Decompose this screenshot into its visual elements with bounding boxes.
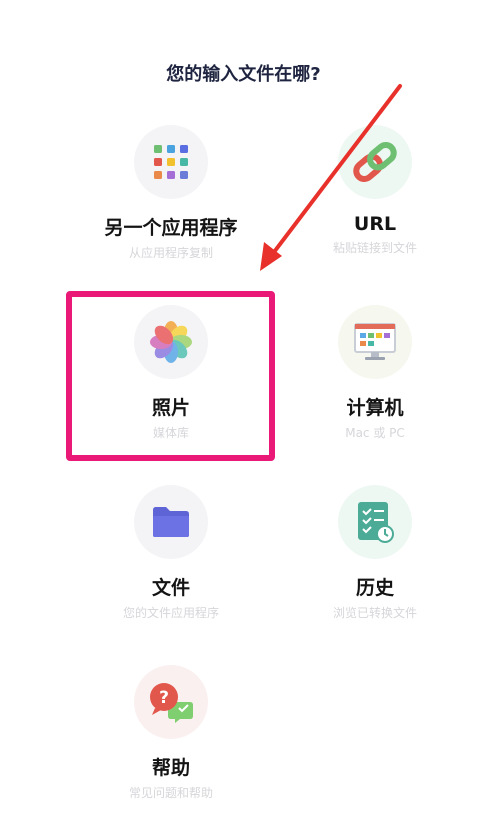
arrow-annotation-icon: [260, 84, 402, 271]
